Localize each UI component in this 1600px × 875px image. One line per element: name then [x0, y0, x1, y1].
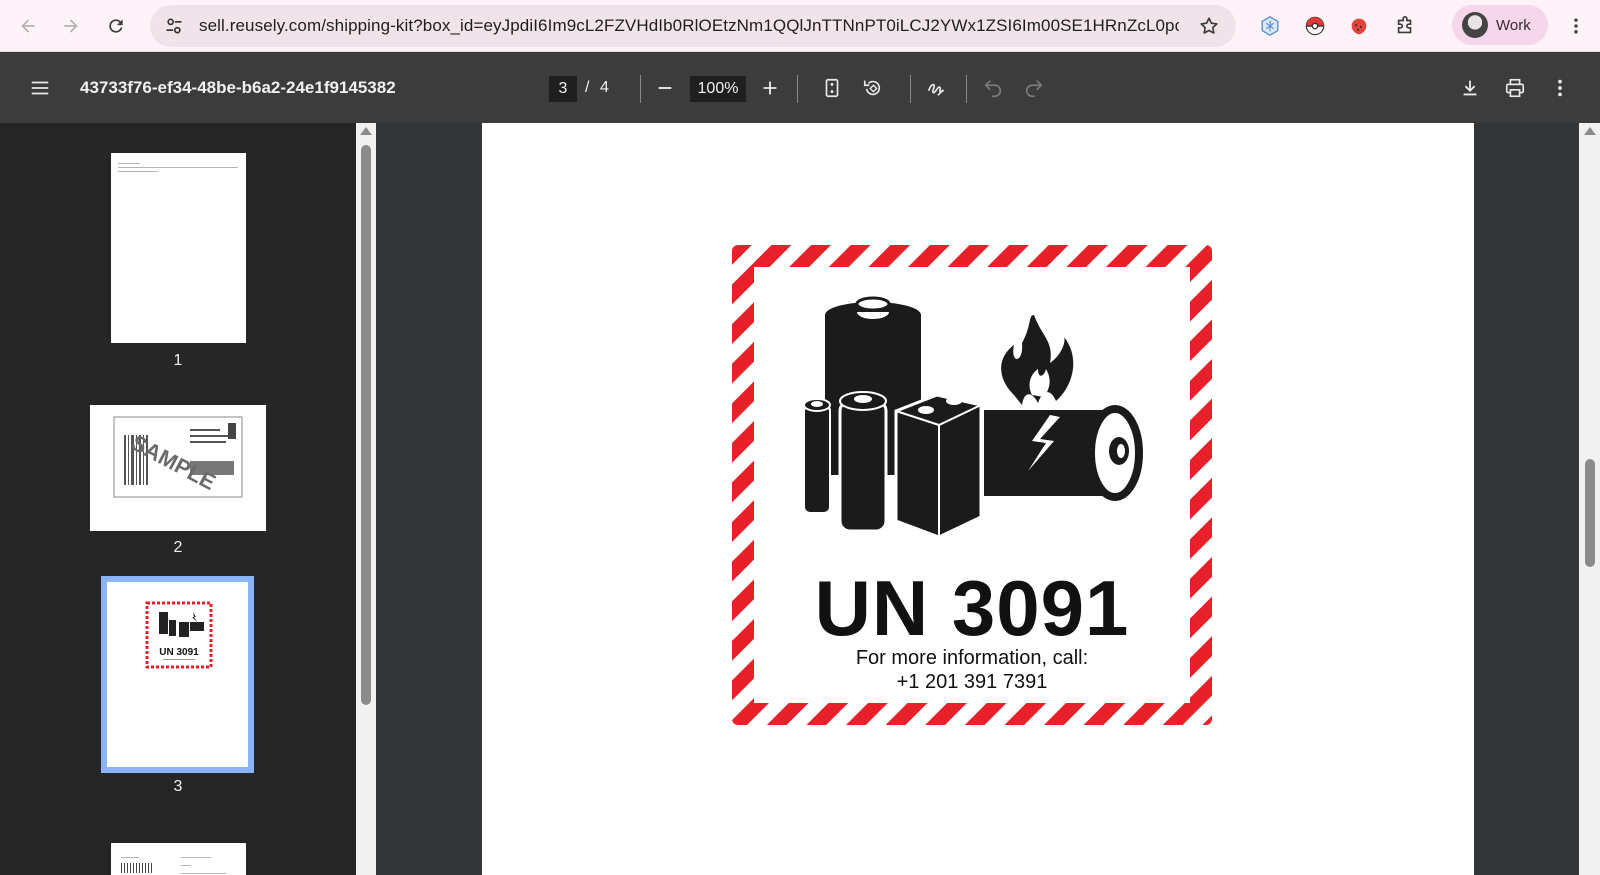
- pdf-toolbar: 43733f76-ef34-48be-b6a2-24e1f9145382 3 /…: [0, 53, 1600, 123]
- strawberry-extension-icon: [1351, 18, 1367, 35]
- page-separator: /: [585, 79, 590, 96]
- minus-icon: [658, 87, 672, 89]
- redo-icon: [1025, 80, 1043, 98]
- puzzle-icon: [1397, 16, 1412, 34]
- browser-menu-button[interactable]: [1556, 6, 1596, 46]
- sidebar-scroll-thumb[interactable]: [361, 145, 371, 705]
- sidebar-menu-button[interactable]: [22, 70, 58, 106]
- rotate-button[interactable]: [855, 70, 891, 106]
- shipping-label-preview: SAMPLE: [113, 416, 243, 498]
- thumbnail-page-2[interactable]: SAMPLE: [90, 405, 266, 531]
- pdf-page-3: UN 3091 For more information, call: +1 2…: [482, 123, 1474, 875]
- pokeball-extension-icon: [1305, 16, 1325, 36]
- rotate-icon: [863, 80, 881, 96]
- more-vert-icon: [1574, 18, 1578, 34]
- un3091-label-preview: UN 3091: [145, 601, 213, 669]
- thumbnail-page-1[interactable]: [111, 153, 246, 343]
- reload-icon: [109, 19, 123, 33]
- annotate-button[interactable]: [918, 70, 954, 106]
- zoom-out-button[interactable]: [647, 70, 683, 106]
- divider: [966, 75, 967, 103]
- sidebar-scrollbar[interactable]: [356, 123, 376, 875]
- divider: [910, 75, 911, 103]
- browser-toolbar: sell.reusely.com/shipping-kit?box_id=eyJ…: [0, 0, 1600, 52]
- un3091-hazard-label: UN 3091 For more information, call: +1 2…: [732, 245, 1212, 725]
- hamburger-icon: [31, 81, 49, 95]
- avatar: [1462, 12, 1488, 38]
- page-total: 4: [600, 79, 609, 96]
- fit-page-button[interactable]: [814, 70, 850, 106]
- un-number: UN 3091: [814, 564, 1130, 652]
- address-bar[interactable]: sell.reusely.com/shipping-kit?box_id=eyJ…: [150, 5, 1236, 47]
- info-text: For more information, call:: [855, 647, 1089, 669]
- thumbnail-sidebar: 1 SAMPLE 2 UN 3091 3: [0, 123, 356, 875]
- tune-icon: [166, 18, 182, 34]
- scroll-up-arrow[interactable]: [1584, 127, 1596, 135]
- extensions-puzzle-button[interactable]: [1388, 9, 1422, 43]
- undo-icon: [984, 80, 1002, 98]
- print-icon: [1505, 78, 1525, 98]
- reload-button[interactable]: [96, 6, 136, 46]
- more-vert-icon: [1558, 79, 1562, 97]
- phone-number: +1 201 391 7391: [896, 671, 1048, 693]
- download-icon: [1463, 80, 1477, 96]
- divider: [797, 75, 798, 103]
- pdf-viewer: UN 3091 For more information, call: +1 2…: [376, 123, 1579, 875]
- extension-button-1[interactable]: [1253, 9, 1287, 43]
- arrow-right-icon: [64, 19, 78, 33]
- plus-icon: [763, 81, 777, 95]
- profile-button[interactable]: Work: [1452, 5, 1548, 45]
- page-number-input[interactable]: 3: [549, 76, 577, 102]
- print-button[interactable]: [1497, 70, 1533, 106]
- extension-button-2[interactable]: [1298, 9, 1332, 43]
- viewer-scrollbar[interactable]: [1579, 123, 1600, 875]
- redo-button[interactable]: [1016, 70, 1052, 106]
- zoom-in-button[interactable]: [752, 70, 788, 106]
- mini-un-number: UN 3091: [159, 647, 199, 658]
- site-info-button[interactable]: [159, 11, 189, 41]
- thumbnail-page-4[interactable]: [111, 843, 246, 875]
- more-options-button[interactable]: [1542, 70, 1578, 106]
- download-button[interactable]: [1452, 70, 1488, 106]
- divider: [640, 75, 641, 103]
- hexagon-extension-icon: [1261, 16, 1279, 36]
- viewer-scroll-thumb[interactable]: [1585, 459, 1595, 567]
- thumbnail-label-1: 1: [173, 352, 183, 369]
- undo-button[interactable]: [975, 70, 1011, 106]
- bookmark-star-button[interactable]: [1198, 15, 1220, 42]
- document-title: 43733f76-ef34-48be-b6a2-24e1f9145382: [80, 78, 396, 97]
- zoom-input[interactable]: 100%: [690, 76, 746, 102]
- thumbnail-label-2: 2: [173, 539, 183, 556]
- draw-icon: [927, 83, 945, 96]
- star-icon: [1200, 17, 1218, 34]
- scroll-up-arrow[interactable]: [360, 127, 372, 135]
- back-button[interactable]: [8, 6, 48, 46]
- fit-page-icon: [825, 78, 839, 98]
- thumbnail-label-3: 3: [173, 778, 183, 795]
- forward-button[interactable]: [51, 6, 91, 46]
- thumbnail-page-3[interactable]: UN 3091: [101, 576, 254, 773]
- profile-label: Work: [1496, 16, 1531, 34]
- extension-button-3[interactable]: [1342, 9, 1376, 43]
- url-text[interactable]: sell.reusely.com/shipping-kit?box_id=eyJ…: [199, 16, 1179, 36]
- arrow-left-icon: [21, 19, 35, 33]
